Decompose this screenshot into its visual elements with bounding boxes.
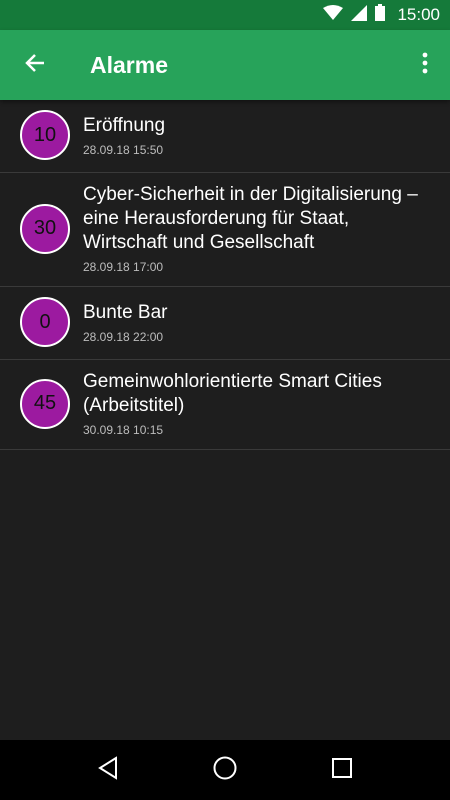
home-circle-icon — [212, 755, 238, 786]
status-icons: 15:00 — [323, 4, 440, 26]
alarm-badge: 0 — [20, 297, 70, 347]
list-item-title: Cyber-Sicherheit in der Digitalisierung … — [83, 184, 418, 253]
app-bar: Alarme — [0, 30, 450, 100]
nav-home-button[interactable] — [200, 745, 250, 795]
battery-icon — [375, 4, 386, 26]
list-item-text: Gemeinwohlorientierte Smart Cities (Arbe… — [83, 370, 430, 437]
page-title: Alarme — [90, 51, 168, 78]
list-item-text: Cyber-Sicherheit in der Digitalisierung … — [83, 183, 430, 274]
alarm-list: 10 Eröffnung 28.09.18 15:50 30 Cyber-Sic… — [0, 100, 450, 450]
list-item-date: 28.09.18 22:00 — [83, 329, 164, 344]
alarm-badge: 30 — [20, 203, 70, 254]
list-item-title: Bunte Bar — [83, 301, 168, 323]
list-item[interactable]: 10 Eröffnung 28.09.18 15:50 — [0, 100, 450, 173]
arrow-left-icon — [24, 52, 46, 79]
list-item-date: 28.09.18 17:00 — [83, 260, 164, 274]
list-item-date: 28.09.18 15:50 — [83, 142, 164, 157]
back-button[interactable] — [0, 30, 70, 100]
list-item-title: Eröffnung — [83, 114, 166, 136]
overflow-menu-button[interactable] — [400, 30, 450, 100]
list-item-text: Eröffnung 28.09.18 15:50 — [83, 114, 165, 157]
system-nav-bar — [0, 740, 450, 800]
back-triangle-icon — [97, 755, 119, 785]
alarm-badge: 10 — [20, 110, 70, 160]
list-item[interactable]: 45 Gemeinwohlorientierte Smart Cities (A… — [0, 360, 450, 450]
list-item-title: Gemeinwohlorientierte Smart Cities (Arbe… — [83, 371, 382, 416]
signal-icon — [351, 4, 368, 26]
nav-back-button[interactable] — [83, 745, 133, 795]
list-item[interactable]: 0 Bunte Bar 28.09.18 22:00 — [0, 287, 450, 360]
alarm-badge: 45 — [20, 378, 70, 429]
status-bar: 15:00 — [0, 0, 450, 30]
wifi-icon — [323, 4, 344, 26]
status-time: 15:00 — [397, 5, 440, 24]
list-item-text: Bunte Bar 28.09.18 22:00 — [83, 301, 168, 344]
more-vert-icon — [422, 52, 428, 79]
list-item[interactable]: 30 Cyber-Sicherheit in der Digitalisieru… — [0, 173, 450, 287]
recents-square-icon — [331, 757, 353, 784]
nav-recents-button[interactable] — [317, 745, 367, 795]
list-item-date: 30.09.18 10:15 — [83, 423, 164, 437]
